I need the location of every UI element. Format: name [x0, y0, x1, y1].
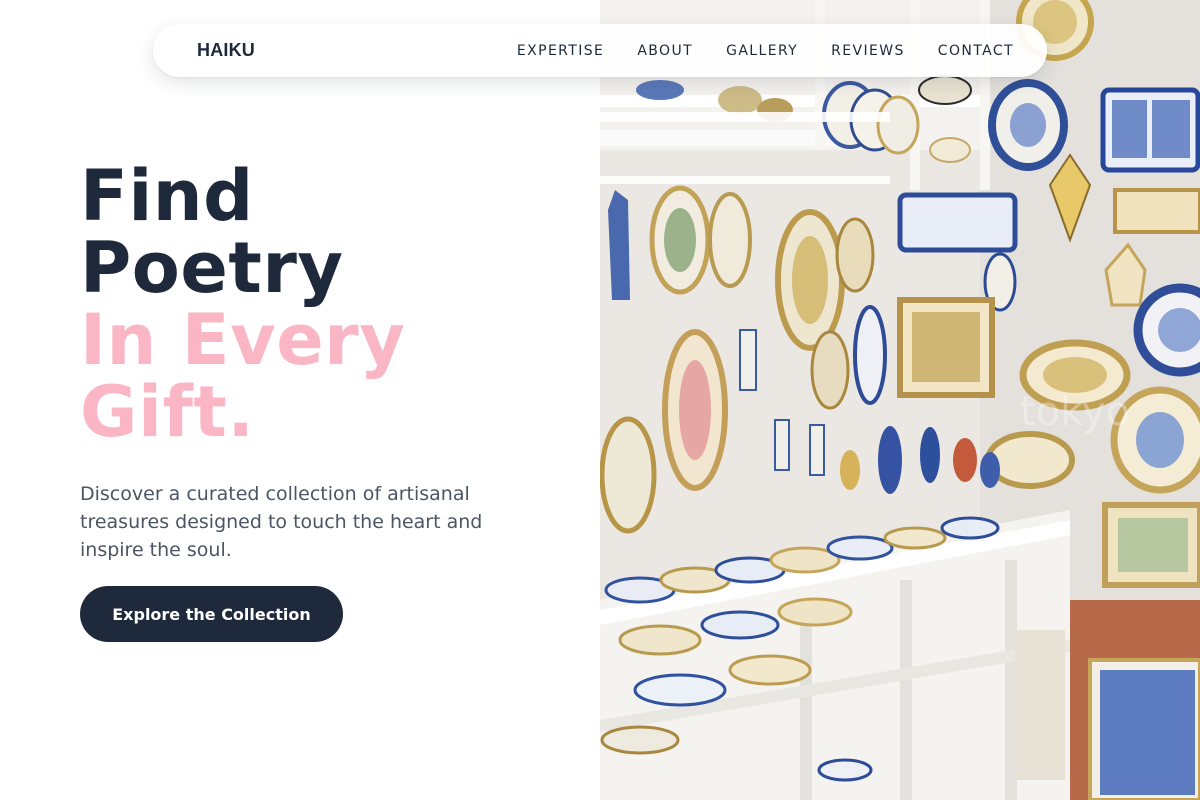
hero-subtext: Discover a curated collection of artisan… — [80, 483, 483, 561]
headline-line-1: Find — [80, 155, 254, 237]
hero-headline: Find Poetry In Every Gift. — [80, 160, 550, 448]
explore-collection-button[interactable]: Explore the Collection — [80, 586, 343, 642]
headline-accent-line-1: In Every — [80, 299, 406, 381]
nav-link-expertise[interactable]: EXPERTISE — [517, 43, 604, 59]
image-watermark: tokyo — [1020, 389, 1130, 435]
nav-link-contact[interactable]: CONTACT — [938, 43, 1014, 59]
hero-image: tokyo — [600, 0, 1200, 800]
headline-accent-line-2: Gift. — [80, 371, 255, 453]
navbar: HAIKU EXPERTISE ABOUT GALLERY REVIEWS CO… — [153, 24, 1047, 77]
nav-link-reviews[interactable]: REVIEWS — [831, 43, 905, 59]
headline-line-2: Poetry — [80, 227, 344, 309]
nav-links: EXPERTISE ABOUT GALLERY REVIEWS CONTACT — [517, 43, 1014, 59]
nav-link-gallery[interactable]: GALLERY — [726, 43, 798, 59]
ceramics-shop-illustration: tokyo — [600, 0, 1200, 800]
hero-content: Find Poetry In Every Gift. Discover a cu… — [80, 160, 550, 564]
site-logo[interactable]: HAIKU — [197, 40, 255, 61]
nav-link-about[interactable]: ABOUT — [637, 43, 693, 59]
